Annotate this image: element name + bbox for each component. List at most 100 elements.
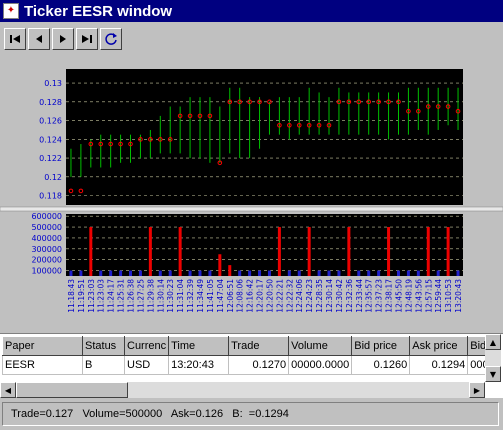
app-icon: ✦ [3,3,19,19]
x-tick-label: 11:30:14 [156,279,165,313]
x-tick-label: 11:23:03 [97,279,106,313]
ticker-window: ✦ Ticker EESR window 0.13 0.128 0.126 0.124… [0,0,503,430]
column-header[interactable]: Time [168,336,230,356]
y-tick-label: 100000 [31,267,62,276]
table-cell[interactable]: 00000.0000 [288,355,353,375]
column-header[interactable]: Ask price [409,336,469,356]
volume-bar [456,270,460,276]
scroll-track[interactable] [485,350,501,366]
quote-table: Paper Status Currenc Time Trade Volume B… [2,336,498,375]
table-header: Paper Status Currenc Time Trade Volume B… [2,336,498,356]
prev-button[interactable] [28,28,50,50]
volume-bar [337,270,341,276]
toolbar [4,28,122,54]
y-tick-label: 0.118 [39,192,62,201]
table-cell[interactable]: 0.1294 [409,355,469,375]
scroll-up-button[interactable]: ▲ [485,334,501,350]
volume-bar [138,270,142,276]
status-bar: Trade=0.127 Volume=500000 Ask=0.126 B: =… [2,402,499,426]
x-tick-label: 12:48:19 [404,279,413,313]
x-tick-label: 11:30:23 [166,279,175,313]
volume-bar [238,270,242,276]
y-tick-label: 500000 [31,223,62,232]
x-tick-label: 11:18:43 [67,279,76,313]
volume-bar [168,270,172,276]
x-tick-label: 11:34:49 [196,279,205,313]
volume-bar [287,270,291,276]
volume-bar [208,270,212,276]
x-tick-label: 12:38:17 [385,279,394,313]
x-tick-label: 11:32:39 [186,279,195,313]
column-header[interactable]: Trade [228,336,290,356]
table-cell[interactable]: B [82,355,125,375]
scroll-thumb[interactable] [16,382,128,398]
column-header[interactable]: Volume [288,336,353,356]
play-button[interactable] [52,28,74,50]
volume-bar [387,227,391,276]
table-cell[interactable]: 13:20:43 [168,355,230,375]
prev-icon [36,35,42,43]
column-header[interactable]: Bid price [351,336,411,356]
table-row[interactable]: EESR B USD 13:20:43 0.1270 00000.0000 0.… [2,355,498,375]
x-tick-label: 11:26:38 [127,279,136,313]
column-header[interactable]: Status [82,336,125,356]
volume-bar [416,270,420,276]
volume-bar [188,270,192,276]
scroll-left-button[interactable]: ◀ [0,382,16,398]
x-tick-label: 12:37:23 [375,279,384,313]
volume-bar [347,227,351,276]
refresh-button[interactable] [100,28,122,50]
volume-bar [377,270,381,276]
volume-bar [446,227,450,276]
volume-bar [396,270,400,276]
quote-table-panel: Paper Status Currenc Time Trade Volume B… [0,333,503,398]
x-tick-label: 12:30:14 [325,279,334,313]
volume-bar [69,270,73,276]
play-icon [60,35,66,43]
last-button[interactable] [76,28,98,50]
table-cell[interactable]: 0.1270 [228,355,290,375]
scroll-right-button[interactable]: ▶ [469,382,485,398]
x-tick-label: 12:33:44 [355,279,364,313]
volume-bar [198,270,202,276]
table-cell[interactable]: EESR [2,355,83,375]
arrow-up-icon: ▲ [489,337,497,347]
column-header[interactable]: Currenc [123,336,170,356]
y-tick-label: 0.128 [39,98,62,107]
x-tick-label: 11:24:17 [107,279,116,313]
x-tick-label: 12:24:06 [295,279,304,313]
x-tick-label: 12:59:44 [434,279,443,313]
volume-bar [158,270,162,276]
arrow-left-icon: ◀ [4,385,12,395]
y-tick-label: 600000 [31,212,62,221]
x-tick-label: 13:10:53 [444,279,453,313]
window-title: Ticker EESR window [24,2,173,20]
x-tick-label: 12:06:51 [226,279,235,313]
x-tick-label: 11:25:31 [117,279,126,313]
x-tick-label: 11:31:04 [176,279,185,313]
x-tick-label: 12:20:17 [256,279,265,313]
x-tick-label: 11:29:38 [146,279,155,313]
volume-bar [148,227,152,276]
volume-bar [307,227,311,276]
x-tick-label: 11:41:05 [206,279,215,313]
volume-bar [327,270,331,276]
first-icon [10,35,20,43]
horizontal-scrollbar[interactable]: ◀ ▶ [0,382,485,398]
table-cell[interactable]: USD [123,355,170,375]
volume-bar [258,270,262,276]
y-tick-label: 200000 [31,256,62,265]
vertical-scrollbar[interactable]: ▲ ▼ [485,334,501,382]
column-header[interactable]: Paper [2,336,83,356]
table-cell[interactable]: 0.1260 [351,355,411,375]
first-button[interactable] [4,28,26,50]
x-tick-label: 12:08:06 [236,279,245,313]
volume-bar [317,270,321,276]
price-plot-area [66,69,463,205]
volume-bar [119,270,123,276]
y-tick-label: 400000 [31,234,62,243]
scroll-down-button[interactable]: ▼ [485,366,501,382]
volume-bar [297,270,301,276]
volume-bar [248,270,252,276]
title-bar[interactable]: ✦ Ticker EESR window [0,0,503,22]
